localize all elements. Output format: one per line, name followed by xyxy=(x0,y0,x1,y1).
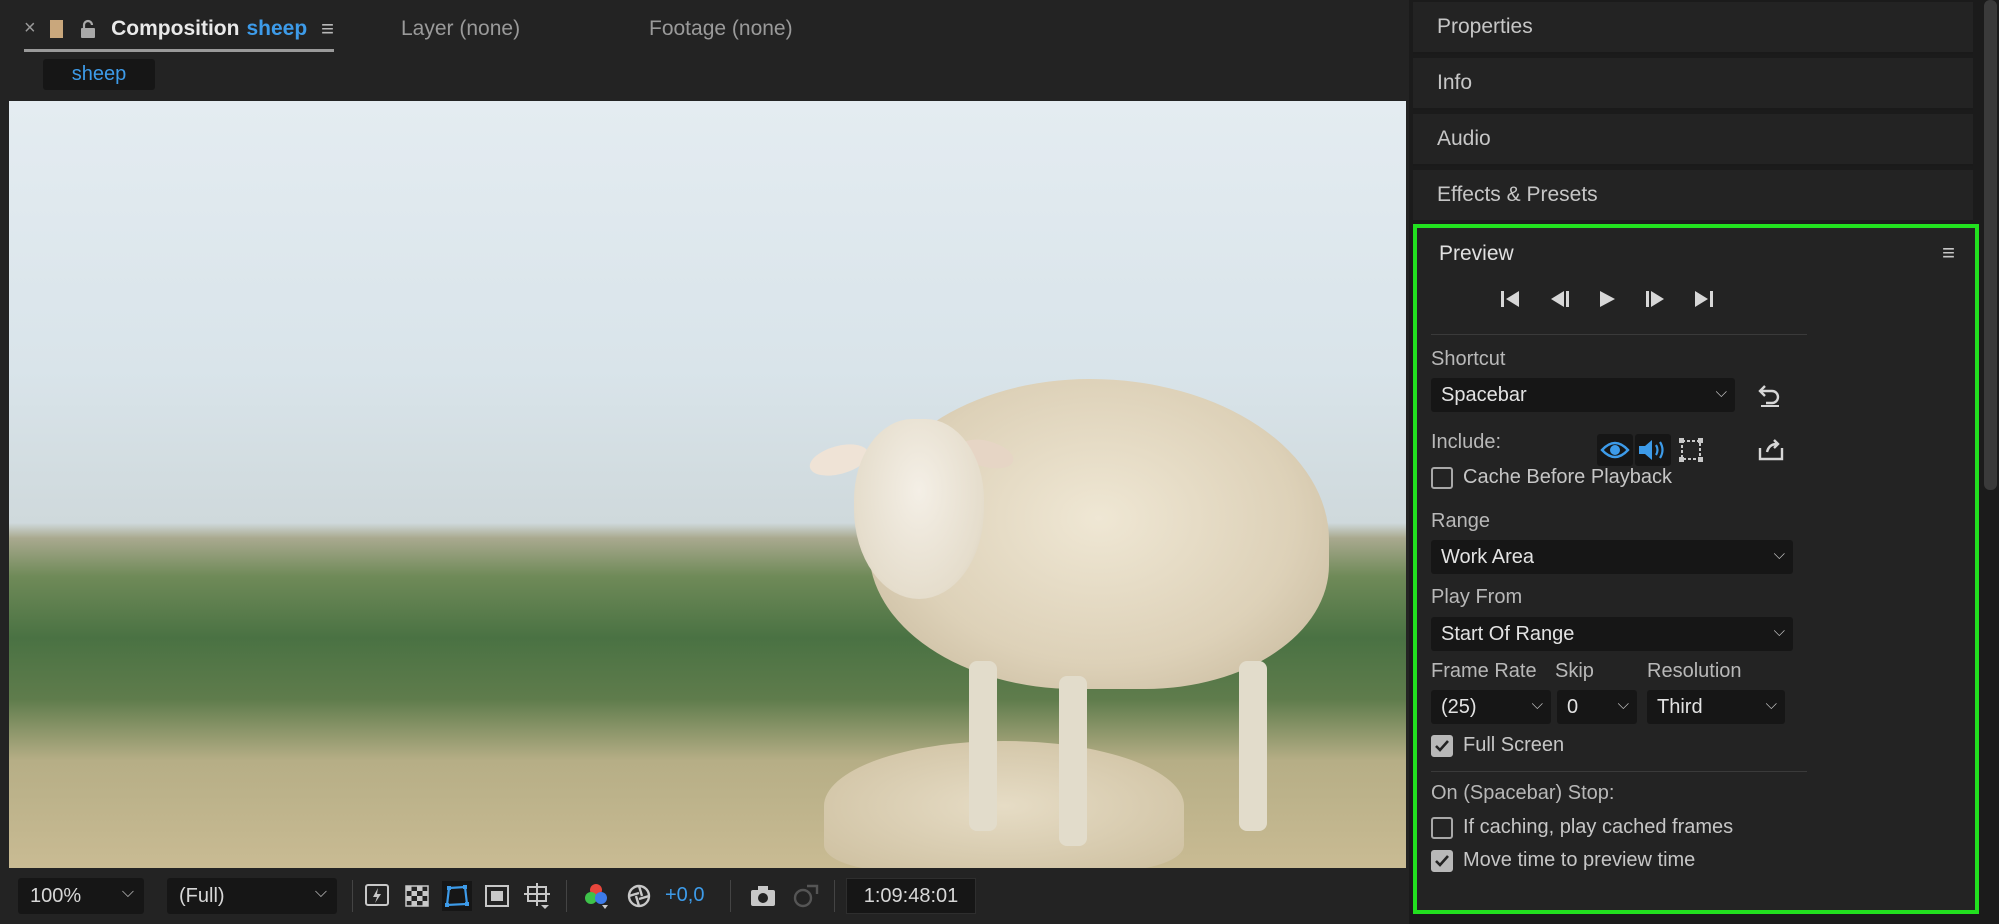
if-caching-checkbox[interactable]: If caching, play cached frames xyxy=(1431,816,1733,839)
skip-value: 0 xyxy=(1567,695,1579,718)
cache-before-playback-label: Cache Before Playback xyxy=(1463,466,1673,488)
last-frame-icon[interactable] xyxy=(1691,289,1715,315)
chevron-down-icon: ⌵ xyxy=(1773,623,1785,640)
preview-resolution-value: Third xyxy=(1657,695,1703,718)
include-audio-speaker-icon[interactable] xyxy=(1635,434,1671,466)
include-overlays-icon[interactable] xyxy=(1673,434,1709,466)
fast-previews-icon[interactable] xyxy=(362,881,392,911)
transport-controls xyxy=(1499,288,1715,316)
label-color-swatch[interactable] xyxy=(49,19,64,38)
chevron-down-icon: ⌵ xyxy=(314,884,327,901)
grid-guides-icon[interactable] xyxy=(522,881,552,911)
transparency-grid-icon[interactable] xyxy=(402,881,432,911)
tab-layer[interactable]: Layer (none) xyxy=(401,14,520,44)
sheep-leg xyxy=(1239,661,1267,831)
channels-icon[interactable] xyxy=(581,881,611,911)
toolbar-divider xyxy=(352,880,353,912)
mask-visibility-icon[interactable] xyxy=(442,881,472,911)
sheep-leg xyxy=(1059,676,1087,846)
play-from-label: Play From xyxy=(1431,586,1523,608)
reset-exposure-icon[interactable] xyxy=(624,881,654,911)
reset-shortcut-icon[interactable] xyxy=(1755,380,1785,410)
frame-rate-dropdown[interactable]: (25) ⌵ xyxy=(1431,690,1551,724)
panel-menu-icon[interactable]: ≡ xyxy=(321,16,334,42)
sheep-leg xyxy=(969,661,997,831)
right-panel-scrollbar[interactable] xyxy=(1984,0,1997,490)
shortcut-value: Spacebar xyxy=(1441,383,1527,406)
checkbox-box[interactable] xyxy=(1431,816,1453,839)
next-frame-icon[interactable] xyxy=(1643,289,1667,315)
tab-composition[interactable]: × Composition sheep ≡ xyxy=(24,14,334,52)
toolbar-divider xyxy=(834,880,835,912)
shortcut-dropdown[interactable]: Spacebar ⌵ xyxy=(1431,378,1735,412)
preview-panel-title: Preview xyxy=(1439,242,1514,265)
close-tab-icon[interactable]: × xyxy=(24,17,36,40)
export-preview-icon[interactable] xyxy=(1753,434,1789,466)
full-screen-checkbox[interactable]: Full Screen xyxy=(1431,734,1564,757)
region-of-interest-icon[interactable] xyxy=(482,881,512,911)
panel-effects-presets[interactable]: Effects & Presets xyxy=(1413,170,1973,222)
magnification-value: 100% xyxy=(30,884,82,907)
chevron-down-icon: ⌵ xyxy=(1531,696,1543,713)
range-dropdown[interactable]: Work Area ⌵ xyxy=(1431,540,1793,574)
range-label: Range xyxy=(1431,510,1490,532)
composition-tabbar: × Composition sheep ≡ Layer (none) Foota… xyxy=(0,0,1409,56)
tab-footage[interactable]: Footage (none) xyxy=(649,14,793,44)
play-icon[interactable] xyxy=(1596,289,1618,315)
sheep-head xyxy=(854,419,984,599)
play-from-value: Start Of Range xyxy=(1441,622,1575,645)
resolution-value: (Full) xyxy=(179,884,225,907)
cache-before-playback-checkbox[interactable]: Cache Before Playback xyxy=(1431,466,1672,489)
toolbar-divider xyxy=(566,880,567,912)
panel-menu-icon[interactable]: ≡ xyxy=(1942,240,1955,266)
full-screen-label: Full Screen xyxy=(1463,734,1565,756)
checkbox-box[interactable] xyxy=(1431,734,1453,757)
chevron-down-icon: ⌵ xyxy=(1773,546,1785,563)
previous-frame-icon[interactable] xyxy=(1548,289,1572,315)
divider xyxy=(1431,771,1807,772)
shortcut-label: Shortcut xyxy=(1431,348,1506,370)
first-frame-icon[interactable] xyxy=(1499,289,1523,315)
skip-dropdown[interactable]: 0 ⌵ xyxy=(1557,690,1637,724)
frame-rate-label: Frame Rate xyxy=(1431,660,1537,682)
composition-panel: × Composition sheep ≡ Layer (none) Foota… xyxy=(0,0,1409,924)
chevron-down-icon: ⌵ xyxy=(1617,696,1629,713)
panel-properties[interactable]: Properties xyxy=(1413,2,1973,54)
composition-breadcrumb[interactable]: sheep xyxy=(43,59,155,90)
range-value: Work Area xyxy=(1441,545,1534,568)
move-time-checkbox[interactable]: Move time to preview time xyxy=(1431,849,1695,872)
camera-icon[interactable] xyxy=(748,881,778,911)
checkbox-box[interactable] xyxy=(1431,466,1453,489)
include-label: Include: xyxy=(1431,431,1502,453)
preview-resolution-dropdown[interactable]: Third ⌵ xyxy=(1647,690,1785,724)
preview-panel: Preview ≡ Shortcut Spacebar ⌵ Include: C… xyxy=(1413,224,1979,914)
toolbar-divider xyxy=(730,880,731,912)
panel-info[interactable]: Info xyxy=(1413,58,1973,110)
chevron-down-icon: ⌵ xyxy=(121,884,134,901)
resolution-dropdown[interactable]: (Full) ⌵ xyxy=(167,878,337,914)
checkbox-box[interactable] xyxy=(1431,849,1453,872)
magnification-dropdown[interactable]: 100% ⌵ xyxy=(18,878,144,914)
move-time-label: Move time to preview time xyxy=(1463,849,1696,871)
exposure-value[interactable]: +0,0 xyxy=(665,884,704,907)
skip-label: Skip xyxy=(1555,660,1594,682)
composition-tab-name: sheep xyxy=(246,16,308,40)
composition-viewer[interactable] xyxy=(9,101,1406,868)
panel-audio[interactable]: Audio xyxy=(1413,114,1973,166)
if-caching-label: If caching, play cached frames xyxy=(1463,816,1734,838)
current-time-display[interactable]: 1:09:48:01 xyxy=(846,878,976,914)
include-video-eye-icon[interactable] xyxy=(1597,434,1633,466)
background-sheep-image xyxy=(824,741,1184,868)
lock-icon[interactable] xyxy=(79,19,97,39)
play-from-dropdown[interactable]: Start Of Range ⌵ xyxy=(1431,617,1793,651)
frame-rate-value: (25) xyxy=(1441,695,1477,718)
composition-tab-title: Composition xyxy=(111,16,240,40)
show-snapshot-icon[interactable] xyxy=(790,881,820,911)
divider xyxy=(1431,334,1807,335)
chevron-down-icon: ⌵ xyxy=(1715,384,1727,401)
on-stop-label: On (Spacebar) Stop: xyxy=(1431,782,1615,804)
chevron-down-icon: ⌵ xyxy=(1765,696,1777,713)
resolution-label: Resolution xyxy=(1647,660,1742,682)
